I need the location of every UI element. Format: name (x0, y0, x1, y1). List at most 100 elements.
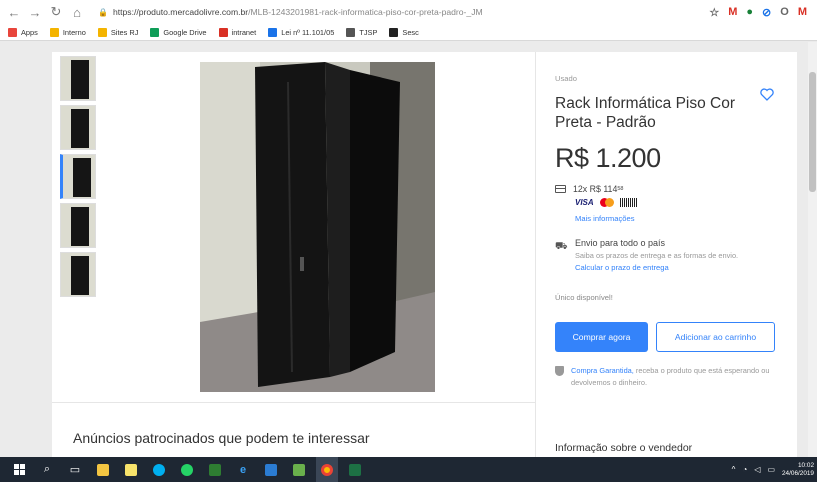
product-card: Anúncios patrocinados que podem te inter… (52, 52, 797, 457)
bookmark-icon (218, 27, 228, 37)
clock-time: 10:02 (798, 461, 814, 469)
store-icon[interactable] (260, 457, 282, 482)
shield-icon (555, 366, 564, 376)
installments-cents: 58 (617, 186, 624, 192)
guarantee-link[interactable]: Compra Garantida, (571, 366, 634, 375)
extension-icon[interactable]: ⊘ (762, 6, 771, 19)
whatsapp-icon[interactable] (176, 457, 198, 482)
url-field[interactable]: 🔒 https://produto.mercadolivre.com.br/ML… (98, 7, 709, 17)
calculate-shipping-link[interactable]: Calcular o prazo de entrega (575, 263, 669, 272)
bookmark-icon (346, 27, 356, 37)
bookmark-item[interactable]: Interno (49, 27, 86, 37)
more-info-link[interactable]: Mais informações (575, 214, 635, 223)
sticky-notes-icon[interactable] (120, 457, 142, 482)
payment-methods: VISA (575, 198, 638, 207)
visa-logo: VISA (575, 198, 594, 207)
skype-icon[interactable] (148, 457, 170, 482)
extension-icon[interactable]: O (780, 6, 789, 18)
edge-icon[interactable]: e (232, 457, 254, 482)
extension-icon[interactable]: M (728, 6, 737, 18)
home-icon[interactable]: ⌂ (69, 4, 85, 20)
divider (535, 52, 536, 457)
task-view-icon[interactable]: ▭ (64, 457, 86, 482)
thumbnail-4[interactable] (60, 203, 96, 248)
file-explorer-icon[interactable] (92, 457, 114, 482)
address-bar: ← → ↻ ⌂ 🔒 https://produto.mercadolivre.c… (0, 0, 817, 24)
bookmark-item[interactable]: Google Drive (150, 27, 207, 37)
sponsored-heading: Anúncios patrocinados que podem te inter… (73, 430, 370, 446)
bookmark-icon (150, 27, 160, 37)
bookmark-label: TJSP (359, 27, 378, 37)
url-path: /MLB-1243201981-rack-informatica-piso-co… (248, 7, 483, 17)
bookmark-label: Google Drive (163, 27, 207, 37)
divider (52, 402, 535, 403)
product-main-image[interactable] (200, 62, 435, 392)
bookmark-icon (97, 27, 107, 37)
mastercard-icon (599, 198, 614, 207)
shipping-subtitle: Saiba os prazos de entrega e as formas d… (575, 251, 739, 260)
add-to-cart-button[interactable]: Adicionar ao carrinho (656, 322, 775, 352)
thumbnail-list (58, 54, 98, 301)
installments-text: 12x R$ 114 (573, 184, 618, 194)
scrollbar-thumb[interactable] (809, 72, 816, 192)
installments: 12x R$ 114 58 (555, 184, 623, 194)
boleto-icon (619, 198, 638, 207)
page-scrollbar[interactable] (808, 42, 817, 457)
forward-arrow-icon[interactable]: → (27, 4, 43, 20)
windows-start-icon[interactable] (8, 457, 30, 482)
clock-date: 24/06/2019 (782, 469, 814, 477)
excel-icon[interactable] (344, 457, 366, 482)
extension-icon[interactable]: M (798, 6, 807, 18)
taskbar: ⌕ ▭ e ^ ◔ ◁ ▭ 10:02 24/06/2019 (0, 457, 817, 482)
buy-now-button[interactable]: Comprar agora (555, 322, 648, 352)
seller-info-heading: Informação sobre o vendedor (555, 442, 693, 454)
lock-icon: 🔒 (98, 7, 108, 17)
thumbnail-2[interactable] (60, 105, 96, 150)
bookmark-item[interactable]: TJSP (346, 27, 378, 37)
bookmark-item[interactable]: Sesc (389, 27, 419, 37)
chrome-icon[interactable] (316, 457, 338, 482)
bookmark-label: Apps (21, 27, 38, 37)
volume-icon[interactable]: ◁ (754, 465, 760, 474)
favorite-heart-icon[interactable] (760, 88, 774, 106)
system-tray: ^ ◔ ◁ ▭ 10:02 24/06/2019 (732, 457, 817, 482)
thumbnail-3[interactable] (60, 154, 96, 199)
bookmark-star-icon[interactable]: ☆ (709, 6, 719, 19)
app-icon[interactable] (204, 457, 226, 482)
bookmark-item[interactable]: Apps (8, 27, 38, 37)
product-price: R$ 1.200 (555, 143, 661, 173)
bookmark-icon (49, 27, 59, 37)
back-arrow-icon[interactable]: ← (6, 4, 22, 20)
network-icon[interactable]: ◔ (742, 465, 747, 474)
chevron-up-icon[interactable]: ^ (732, 465, 736, 474)
bookmark-label: intranet (231, 27, 257, 37)
bookmark-label: Sites RJ (110, 27, 139, 37)
bookmark-label: Interno (62, 27, 86, 37)
bookmark-label: Lei nº 11.101/05 (281, 27, 335, 37)
extensions-area: ☆ M ● ⊘ O M (709, 6, 807, 19)
credit-card-icon (555, 185, 566, 193)
extension-icon[interactable]: ● (746, 6, 753, 18)
shipping-truck-icon: ⛟ (555, 241, 568, 252)
shipping-title: Envio para todo o país (575, 238, 666, 248)
apps-grid-icon (8, 27, 17, 37)
bookmark-label: Sesc (402, 27, 419, 37)
reload-icon[interactable]: ↻ (48, 4, 64, 20)
thumbnail-5[interactable] (60, 252, 96, 297)
thumbnail-1[interactable] (60, 56, 96, 101)
bookmarks-bar: Apps Interno Sites RJ Google Drive intranet L… (0, 24, 817, 41)
app-icon[interactable] (288, 457, 310, 482)
url-domain: https://produto.mercadolivre.com.br (112, 7, 249, 17)
bookmark-item[interactable]: Sites RJ (97, 27, 139, 37)
search-icon[interactable]: ⌕ (36, 457, 58, 482)
stock-status: Único disponível! (555, 293, 613, 302)
bookmark-item[interactable]: intranet (218, 27, 257, 37)
product-page: Anúncios patrocinados que podem te inter… (0, 42, 817, 457)
bookmark-icon (268, 27, 278, 37)
bookmark-icon (389, 27, 399, 37)
display-icon[interactable]: ▭ (767, 465, 775, 474)
clock[interactable]: 10:02 24/06/2019 (782, 462, 814, 478)
rack-photo (200, 62, 435, 392)
product-title: Rack Informática Piso Cor Preta - Padrão (555, 95, 736, 131)
bookmark-item[interactable]: Lei nº 11.101/05 (268, 27, 335, 37)
